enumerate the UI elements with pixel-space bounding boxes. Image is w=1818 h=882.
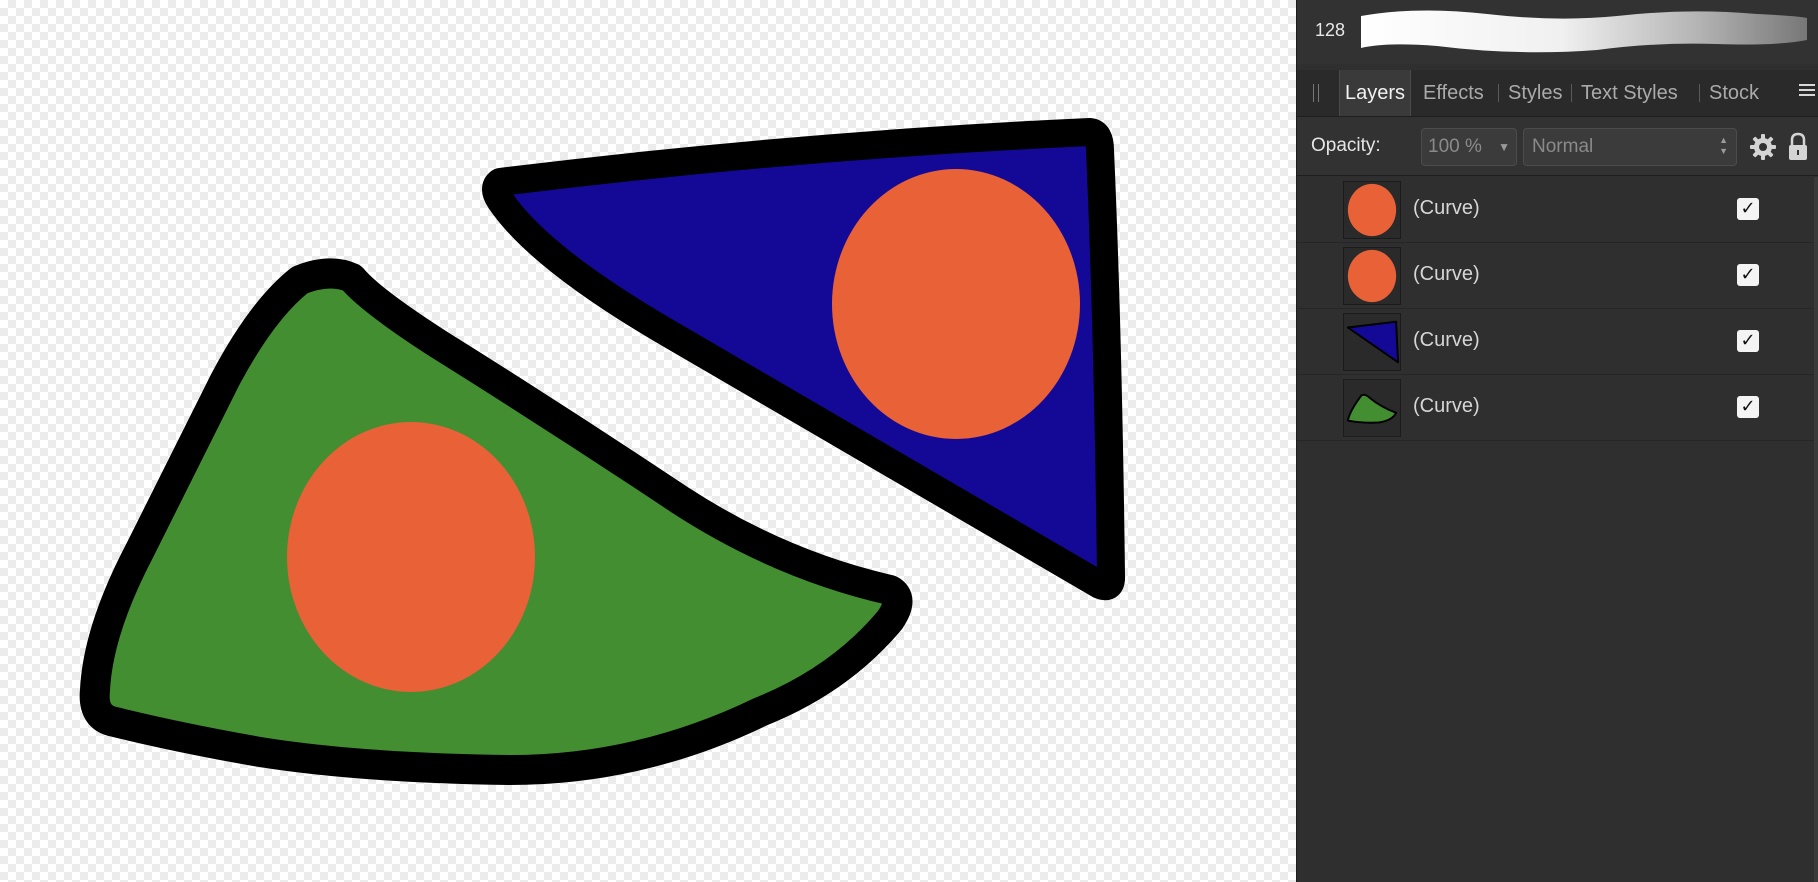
layer-row[interactable]: (Curve) ✓ — [1297, 375, 1818, 441]
visibility-checkbox[interactable]: ✓ — [1737, 330, 1759, 352]
layer-properties-bar: Opacity: 100 % ▼ Normal ▲ ▼ — [1297, 117, 1818, 176]
blend-mode-select[interactable]: Normal ▲ ▼ — [1523, 128, 1737, 166]
tab-stock[interactable]: Stock — [1704, 70, 1764, 116]
tab-divider — [1571, 84, 1572, 102]
blend-mode-value: Normal — [1532, 136, 1594, 157]
layer-row[interactable]: (Curve) ✓ — [1297, 177, 1818, 243]
app-window: 128 Layers Effects Styles Text Styles St… — [0, 0, 1818, 882]
brush-stroke-preview[interactable] — [1357, 4, 1811, 58]
gear-icon[interactable] — [1749, 133, 1777, 161]
tab-divider — [1498, 84, 1499, 102]
visibility-checkbox[interactable]: ✓ — [1737, 198, 1759, 220]
layer-name: (Curve) — [1413, 329, 1480, 351]
layer-thumbnail — [1343, 313, 1401, 371]
panel-menu-icon[interactable] — [1799, 84, 1815, 102]
tab-effects[interactable]: Effects — [1418, 70, 1489, 116]
layer-name: (Curve) — [1413, 263, 1480, 285]
layer-row[interactable]: (Curve) ✓ — [1297, 243, 1818, 309]
panel-grip-handle[interactable] — [1313, 84, 1319, 102]
document-canvas[interactable] — [0, 0, 1296, 882]
layers-panel: 128 Layers Effects Styles Text Styles St… — [1296, 0, 1818, 882]
layer-thumbnail — [1343, 247, 1401, 305]
orange-circle-shape[interactable] — [287, 422, 535, 692]
layer-thumbnail — [1343, 379, 1401, 437]
lock-icon[interactable] — [1787, 132, 1809, 162]
visibility-checkbox[interactable]: ✓ — [1737, 264, 1759, 286]
brush-width-row: 128 — [1297, 0, 1818, 64]
tab-styles[interactable]: Styles — [1503, 70, 1567, 116]
tab-divider — [1699, 84, 1700, 102]
layer-row[interactable]: (Curve) ✓ — [1297, 309, 1818, 375]
tab-text-styles[interactable]: Text Styles — [1576, 70, 1683, 116]
visibility-checkbox[interactable]: ✓ — [1737, 396, 1759, 418]
chevron-down-icon: ▼ — [1498, 140, 1510, 154]
panel-scrollbar[interactable] — [1814, 177, 1818, 882]
panel-tab-bar: Layers Effects Styles Text Styles Stock — [1297, 70, 1818, 117]
layer-thumbnail — [1343, 181, 1401, 239]
canvas-artwork — [79, 118, 1126, 785]
tab-layers[interactable]: Layers — [1339, 70, 1412, 116]
layers-list: (Curve) ✓ (Curve) ✓ (Curve) ✓ (Curve) ✓ — [1297, 177, 1818, 441]
opacity-label: Opacity: — [1311, 135, 1381, 156]
brush-size-value[interactable]: 128 — [1315, 20, 1345, 41]
opacity-dropdown[interactable]: 100 % ▼ — [1421, 128, 1517, 166]
layer-name: (Curve) — [1413, 197, 1480, 219]
updown-arrows-icon: ▲ ▼ — [1719, 135, 1728, 156]
layer-name: (Curve) — [1413, 395, 1480, 417]
opacity-value: 100 % — [1428, 136, 1482, 157]
orange-circle-shape[interactable] — [832, 169, 1080, 439]
